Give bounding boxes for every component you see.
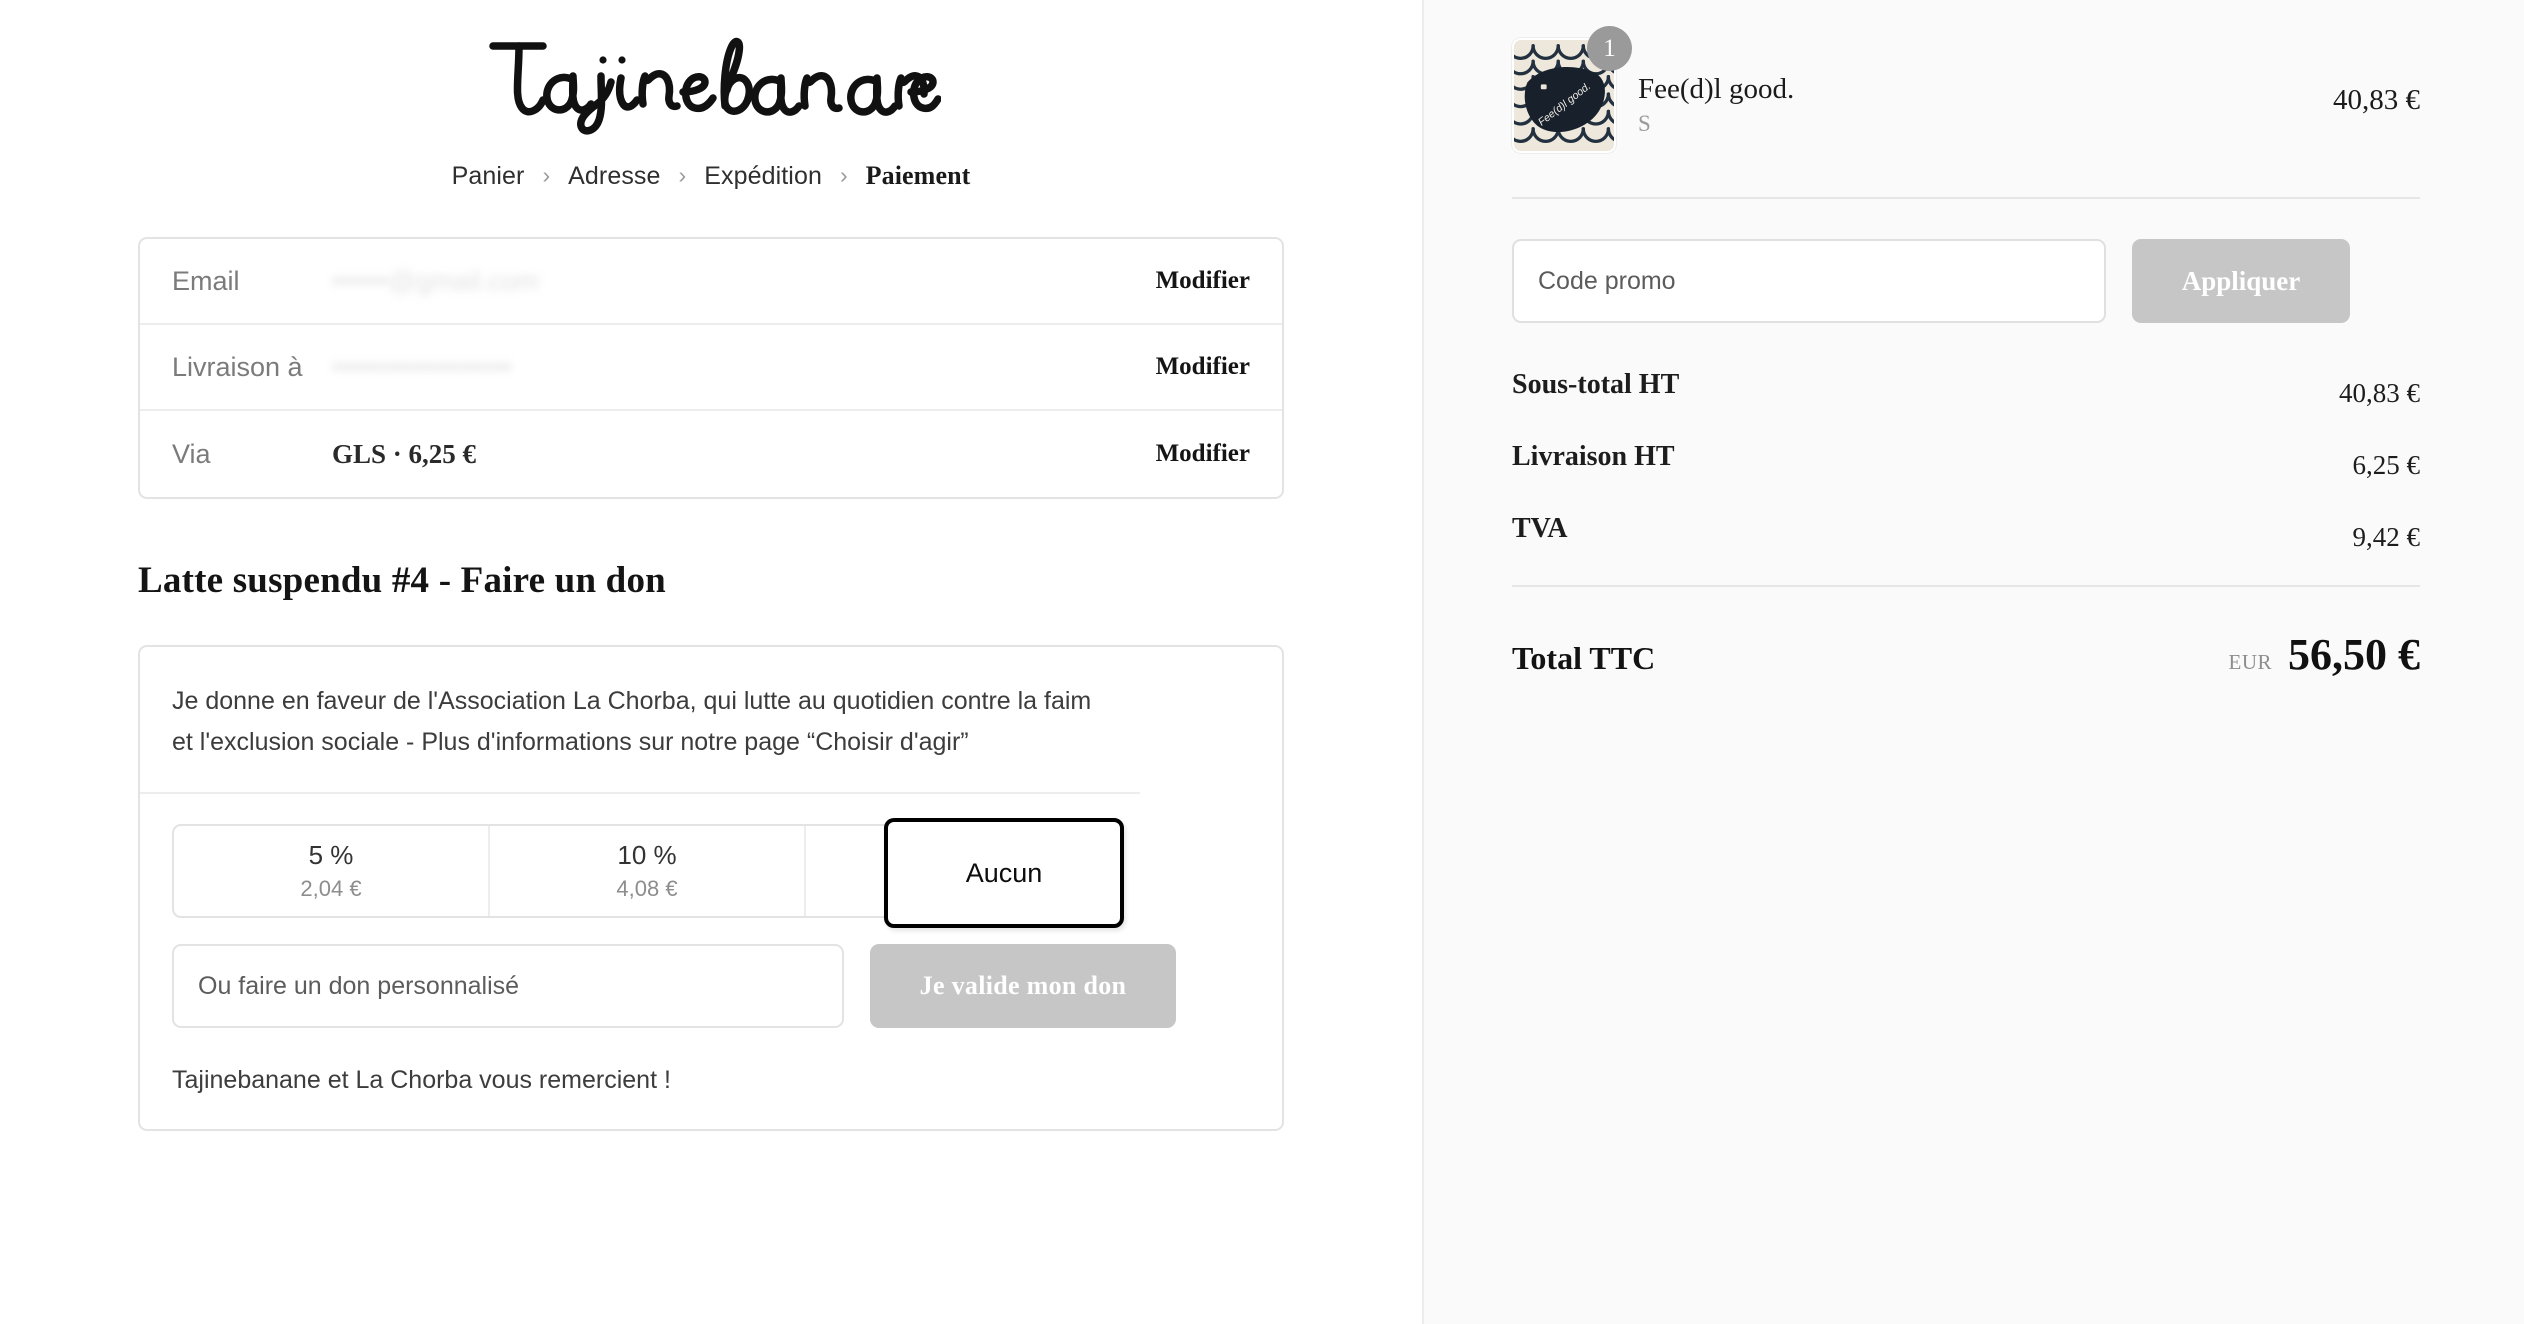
order-sidebar: Fee(d)l good. 1 Fee(d)l good. S 40,83 € …	[1424, 0, 2524, 1324]
custom-donation-input[interactable]	[172, 944, 844, 1028]
donation-option-none[interactable]: Aucun	[884, 818, 1124, 928]
cart-item-info: Fee(d)l good. S	[1638, 38, 2311, 137]
total-value-shipping: 6,25 €	[2352, 450, 2421, 480]
donation-option-5[interactable]: 5 % 2,04 €	[174, 826, 490, 916]
donation-option-none-label: Aucun	[965, 857, 1043, 888]
validate-donation-button[interactable]: Je valide mon don	[870, 944, 1176, 1028]
summary-row-shipping-address: Livraison à ••••••••••••••••••• Modifier	[140, 325, 1282, 411]
edit-email-link[interactable]: Modifier	[1156, 267, 1250, 295]
grand-total-label: Total TTC	[1512, 640, 1656, 676]
chevron-right-icon: ›	[678, 161, 687, 188]
cart-item-thumbnail-wrap: Fee(d)l good. 1	[1512, 26, 1632, 153]
summary-label-shipping-method: Via	[172, 438, 211, 469]
total-row-subtotal: Sous-total HT 40,83 €	[1512, 369, 2420, 408]
donation-section-title: Latte suspendu #4 - Faire un don	[138, 560, 666, 601]
breadcrumb-step-paiement[interactable]: Paiement	[848, 161, 989, 191]
summary-value-shipping-method: GLS · 6,25 €	[332, 438, 477, 469]
main-content: Email ••••••@gmail.com Modifier Livraiso…	[138, 191, 1284, 1131]
total-label-tax: TVA	[1512, 513, 1568, 544]
edit-shipping-method-link[interactable]: Modifier	[1156, 440, 1250, 468]
checkout-page: Panier › Adresse › Expédition › Paiement…	[0, 0, 2524, 1324]
summary-row-shipping-method: Via GLS · 6,25 € Modifier	[140, 411, 1282, 497]
promo-code-row: Appliquer	[1512, 239, 2420, 323]
breadcrumb-step-expedition[interactable]: Expédition	[686, 162, 840, 191]
donation-option-10-amount: 4,08 €	[616, 876, 678, 901]
summary-row-email: Email ••••••@gmail.com Modifier	[140, 239, 1282, 325]
grand-total-amount: EUR 56,50 €	[2229, 629, 2421, 680]
summary-label-email: Email	[172, 265, 240, 296]
summary-value-shipping-address: •••••••••••••••••••	[332, 351, 512, 382]
total-row-tax: TVA 9,42 €	[1512, 513, 2420, 552]
sidebar-divider-top	[1512, 197, 2420, 199]
sidebar-divider-grand-total	[1512, 585, 2420, 587]
order-summary-card: Email ••••••@gmail.com Modifier Livraiso…	[138, 237, 1284, 499]
breadcrumb-step-adresse[interactable]: Adresse	[550, 162, 678, 191]
donation-option-10[interactable]: 10 % 4,08 €	[490, 826, 806, 916]
donation-description: Je donne en faveur de l'Association La C…	[140, 647, 1140, 794]
cart-item: Fee(d)l good. 1 Fee(d)l good. S 40,83 €	[1512, 26, 2420, 153]
grand-total-row: Total TTC EUR 56,50 €	[1512, 629, 2420, 680]
total-value-subtotal: 40,83 €	[2339, 378, 2420, 408]
chevron-right-icon: ›	[542, 161, 551, 188]
donation-card: Je donne en faveur de l'Association La C…	[138, 645, 1284, 1131]
tajinebanane-logo[interactable]	[481, 26, 942, 142]
order-totals: Sous-total HT 40,83 € Livraison HT 6,25 …	[1512, 369, 2420, 680]
total-value-tax: 9,42 €	[2352, 522, 2421, 552]
grand-total-value: 56,50 €	[2288, 630, 2420, 679]
breadcrumb-step-panier[interactable]: Panier	[434, 162, 543, 191]
donation-option-5-label: 5 %	[308, 840, 354, 870]
apply-promo-button[interactable]: Appliquer	[2132, 239, 2350, 323]
summary-value-email: ••••••@gmail.com	[332, 265, 540, 296]
promo-code-input[interactable]	[1512, 239, 2106, 323]
donation-body: 5 % 2,04 € 10 % 4,08 € 15 % 6,12 € Auc	[140, 794, 1282, 1095]
cart-item-price: 40,83 €	[2333, 84, 2420, 116]
donation-option-10-label: 10 %	[617, 840, 677, 870]
chevron-right-icon: ›	[839, 161, 848, 188]
brand-logo-area	[0, 0, 1422, 143]
cart-item-quantity-badge: 1	[1587, 26, 1632, 71]
breadcrumb: Panier › Adresse › Expédition › Paiement	[0, 161, 1422, 191]
edit-shipping-address-link[interactable]: Modifier	[1156, 353, 1250, 381]
total-label-shipping: Livraison HT	[1512, 441, 1675, 472]
donation-thanks-text: Tajinebanane et La Chorba vous remercien…	[172, 1066, 671, 1094]
summary-label-shipping-address: Livraison à	[172, 351, 303, 382]
grand-total-currency: EUR	[2228, 650, 2272, 674]
cart-item-name: Fee(d)l good.	[1638, 73, 1795, 105]
checkout-main-column: Panier › Adresse › Expédition › Paiement…	[0, 0, 1424, 1324]
cart-item-variant: S	[1638, 110, 1651, 136]
donation-amount-options: 5 % 2,04 € 10 % 4,08 € 15 % 6,12 € Auc	[172, 818, 1124, 928]
total-label-subtotal: Sous-total HT	[1512, 369, 1680, 400]
custom-donation-row: Je valide mon don	[172, 944, 1250, 1028]
total-row-shipping: Livraison HT 6,25 €	[1512, 441, 2420, 480]
donation-option-5-amount: 2,04 €	[300, 876, 362, 901]
